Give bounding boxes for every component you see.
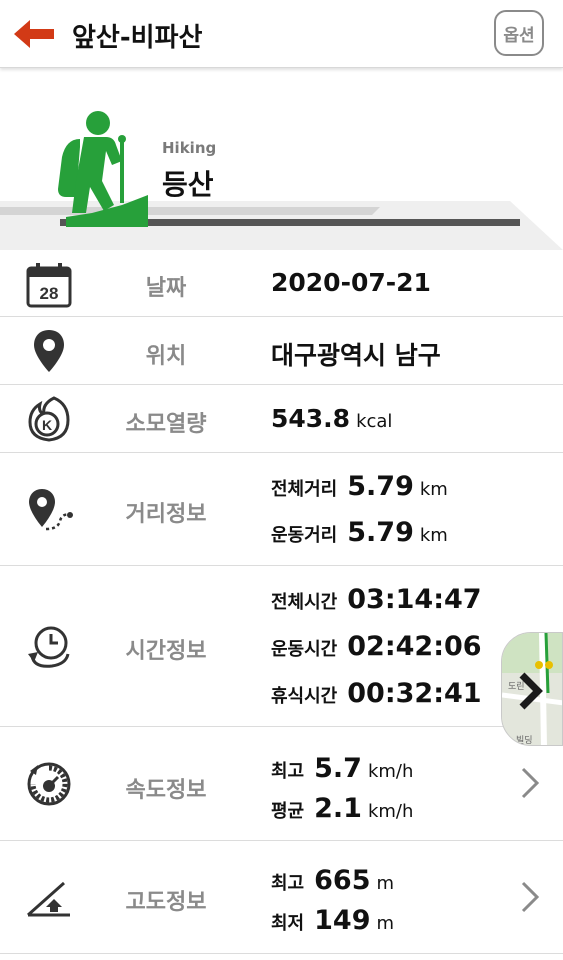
hiker-icon	[58, 111, 148, 227]
min-altitude-unit: m	[376, 913, 395, 934]
moving-time-value: 02:42:06	[347, 631, 482, 662]
moving-time-line: 운동시간 02:42:06	[271, 631, 482, 662]
arrow-left-icon	[14, 20, 54, 48]
speed-row[interactable]: 속도정보 최고 5.7 km/h 평균 2.1 km/h	[0, 727, 563, 841]
map-label-1: 도린	[508, 681, 525, 691]
total-distance-key: 전체거리	[271, 479, 338, 500]
max-altitude-key: 최고	[271, 873, 305, 894]
time-row: 시간정보 전체시간 03:14:47 운동시간 02:42:06 휴식시간 00:32…	[0, 566, 563, 727]
map-thumbnail-button[interactable]: 도린 빌딩	[501, 632, 563, 746]
altitude-row[interactable]: 고도정보 최고 665 m 최저 149 m	[0, 841, 563, 954]
max-altitude-unit: m	[376, 873, 395, 894]
map-label-2: 빌딩	[516, 735, 533, 745]
calendar-icon: 28	[26, 263, 72, 308]
max-altitude-line: 최고 665 m	[271, 865, 394, 896]
activity-banner: Hiking 등산	[0, 69, 563, 250]
map-preview: 도린 빌딩	[502, 633, 562, 745]
activity-name-en: Hiking	[162, 139, 217, 157]
svg-text:K: K	[42, 417, 52, 433]
calories-value: 543.8	[271, 404, 351, 433]
max-speed-key: 최고	[271, 761, 305, 782]
altitude-label: 고도정보	[125, 890, 207, 915]
moving-distance-unit: km	[419, 525, 448, 546]
total-distance-unit: km	[419, 479, 448, 500]
moving-time-key: 운동시간	[271, 639, 338, 660]
top-app-bar: 앞산-비파산 옵션	[0, 0, 563, 68]
calories-label: 소모열량	[125, 412, 207, 437]
activity-name-ko: 등산	[162, 168, 214, 201]
location-pin-icon	[34, 330, 64, 372]
distance-row: 거리정보 전체거리 5.79 km 운동거리 5.79 km	[0, 453, 563, 566]
option-button[interactable]: 옵션	[494, 10, 544, 56]
location-value: 대구광역시 남구	[271, 341, 441, 370]
avg-speed-unit: km/h	[367, 801, 414, 822]
max-altitude-value: 665	[314, 865, 371, 896]
moving-distance-value: 5.79	[347, 517, 414, 548]
date-label: 날짜	[145, 276, 187, 301]
speedometer-icon	[27, 762, 71, 806]
route-pin-icon	[29, 489, 73, 531]
total-time-line: 전체시간 03:14:47	[271, 584, 482, 615]
max-speed-unit: km/h	[367, 761, 414, 782]
rest-time-value: 00:32:41	[347, 678, 482, 709]
back-button[interactable]	[10, 14, 58, 54]
moving-distance-key: 운동거리	[271, 525, 338, 546]
total-distance-line: 전체거리 5.79 km	[271, 471, 448, 502]
distance-label: 거리정보	[125, 502, 207, 527]
chevron-right-icon[interactable]	[518, 879, 542, 915]
time-label: 시간정보	[125, 639, 207, 664]
total-time-value: 03:14:47	[347, 584, 482, 615]
page-title: 앞산-비파산	[72, 23, 203, 53]
rest-time-key: 휴식시간	[271, 686, 338, 707]
max-speed-value: 5.7	[314, 753, 362, 784]
svg-text:28: 28	[40, 284, 59, 303]
location-label: 위치	[145, 344, 187, 369]
altitude-icon	[27, 881, 70, 917]
min-altitude-value: 149	[314, 905, 371, 936]
min-altitude-key: 최저	[271, 913, 305, 934]
date-row: 28 날짜 2020-07-21	[0, 250, 563, 317]
max-speed-line: 최고 5.7 km/h	[271, 753, 413, 784]
avg-speed-value: 2.1	[314, 793, 362, 824]
calories-unit: kcal	[356, 411, 393, 432]
total-distance-value: 5.79	[347, 471, 414, 502]
avg-speed-key: 평균	[271, 801, 305, 822]
calorie-fire-icon: K	[28, 396, 70, 442]
min-altitude-line: 최저 149 m	[271, 905, 394, 936]
chevron-right-icon[interactable]	[518, 765, 542, 801]
moving-distance-line: 운동거리 5.79 km	[271, 517, 448, 548]
record-detail-list: 28 날짜 2020-07-21 위치 대구광역시 남구 K 소모열량 543.…	[0, 250, 563, 954]
location-row: 위치 대구광역시 남구	[0, 317, 563, 385]
rest-time-line: 휴식시간 00:32:41	[271, 678, 482, 709]
clock-icon	[28, 626, 70, 668]
calories-value-line: 543.8 kcal	[271, 404, 392, 433]
total-time-key: 전체시간	[271, 592, 338, 613]
calories-row: K 소모열량 543.8 kcal	[0, 385, 563, 453]
date-value: 2020-07-21	[271, 268, 431, 297]
speed-label: 속도정보	[125, 778, 207, 803]
avg-speed-line: 평균 2.1 km/h	[271, 793, 413, 824]
